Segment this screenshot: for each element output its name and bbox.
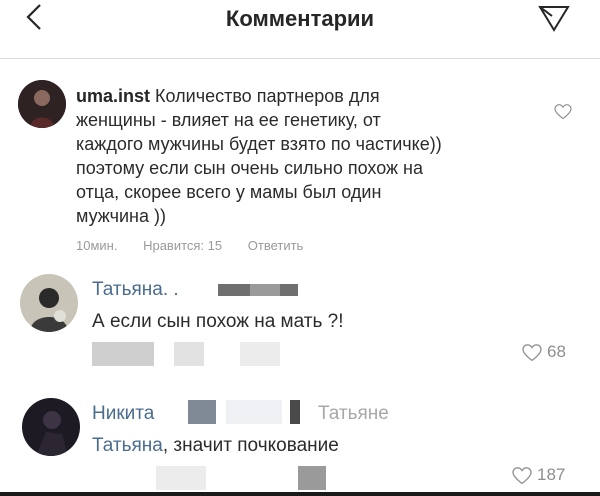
page-title: Комментарии [225,6,375,31]
avatar-image [20,274,78,332]
comment-username[interactable]: Татьяна [92,279,163,300]
avatar-image [18,80,66,128]
reply-button[interactable]: Ответить [248,238,304,253]
mention-link[interactable]: Татьяна [92,435,163,456]
comment-header-line: Татьяна. . [92,279,179,300]
bottom-bar [0,492,600,496]
like-count: 187 [537,465,566,484]
avatar-image [22,398,80,456]
comment-header-line: Никита [92,402,154,426]
header-divider [0,58,600,59]
likes-link[interactable]: Нравится: 15 [143,238,222,253]
redacted-block [290,400,300,424]
comment-username[interactable]: uma.inst [76,86,150,106]
heart-icon[interactable] [512,467,532,485]
redacted-block [188,400,216,424]
redacted-block [92,342,154,366]
redacted-block [298,466,326,490]
comment-meta: 10мин. Нравится: 15 Ответить [76,238,325,253]
avatar[interactable] [22,398,80,456]
paper-plane-icon[interactable] [538,4,570,32]
comment-body: А если сын похож на мать ?! [92,311,344,332]
redacted-block [240,342,280,366]
comment-time: 10мин. [76,238,118,253]
comment-username[interactable]: Никита [92,403,154,424]
like-count: 68 [547,342,566,361]
heart-icon[interactable] [522,344,542,362]
redacted-block [174,342,204,366]
comments-header: Комментарии [0,0,600,40]
avatar[interactable] [18,80,66,128]
redacted-block [250,284,280,296]
redacted-block [156,466,206,490]
redacted-block [226,400,282,424]
mention-target[interactable]: Татьяне [318,402,389,426]
heart-icon[interactable] [554,104,572,120]
comment-body: Татьяна, значит почкование [92,435,339,456]
comment-body: uma.inst Количество партнеров для женщин… [76,86,442,226]
avatar[interactable] [20,274,78,332]
